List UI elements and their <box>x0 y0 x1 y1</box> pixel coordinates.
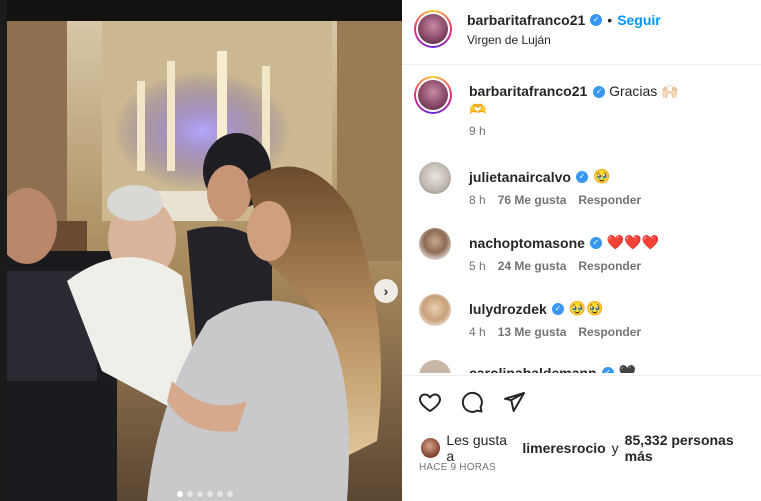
verified-badge-icon: ✓ <box>601 366 614 373</box>
page-edge <box>0 0 7 501</box>
caption-avatar[interactable] <box>414 76 452 114</box>
comment-meta: 8 h 76 Me gusta Responder <box>469 193 641 207</box>
liker-username[interactable]: limeresrocio <box>522 440 605 456</box>
caption-time: 9 h <box>469 124 486 138</box>
caption-username[interactable]: barbaritafranco21 <box>469 83 587 99</box>
post-photo[interactable]: › <box>7 21 402 501</box>
follow-button[interactable]: Seguir <box>617 12 661 28</box>
verified-badge-icon: ✓ <box>575 170 588 183</box>
post-timestamp: HACE 9 HORAS <box>419 462 496 473</box>
comment-avatar[interactable] <box>419 162 451 194</box>
comment-likes[interactable]: 24 Me gusta <box>498 259 567 273</box>
reply-button[interactable]: Responder <box>578 325 641 339</box>
verified-badge-icon: ✓ <box>589 236 602 249</box>
action-icons <box>418 390 526 414</box>
comment-meta: 5 h 24 Me gusta Responder <box>469 259 641 273</box>
comment-item-partial: carolinabaldemann ✓ 🖤 <box>402 355 761 373</box>
comment-line: nachoptomasone ✓ ❤️❤️❤️ <box>469 234 659 251</box>
comment-line: lulydrozdek ✓ 🥹🥹 <box>469 300 604 317</box>
comment-text: ❤️❤️❤️ <box>606 234 660 250</box>
reply-button[interactable]: Responder <box>578 259 641 273</box>
comment-meta: 4 h 13 Me gusta Responder <box>469 325 641 339</box>
carousel-dot <box>176 491 183 497</box>
author-line: barbaritafranco21 ✓ • Seguir <box>467 12 661 28</box>
verified-badge-icon: ✓ <box>593 86 606 99</box>
caption-body-line2: 🫶 <box>469 101 487 117</box>
caption-text: barbaritafranco21 ✓ Gracias 🙌🏻 🫶 <box>469 82 749 118</box>
verified-badge-icon: ✓ <box>590 14 603 26</box>
caption-body: Gracias 🙌🏻 <box>609 83 679 99</box>
chevron-right-icon: › <box>383 283 389 299</box>
carousel-dot <box>186 491 193 497</box>
heart-icon[interactable] <box>418 390 442 414</box>
comment-line: carolinabaldemann ✓ 🖤 <box>469 364 636 373</box>
carousel-next-button[interactable]: › <box>374 279 398 303</box>
post-header: barbaritafranco21 ✓ • Seguir Virgen de L… <box>402 0 761 65</box>
share-icon[interactable] <box>502 390 526 414</box>
comment-item: lulydrozdek ✓ 🥹🥹 4 h 13 Me gusta Respond… <box>402 294 761 354</box>
likes-middle: y <box>611 440 619 456</box>
location-link[interactable]: Virgen de Luján <box>467 33 551 47</box>
carousel-dot <box>206 491 213 497</box>
post-actions: Les gusta a limeresrocio y 85,332 person… <box>402 375 761 501</box>
comment-avatar[interactable] <box>419 294 451 326</box>
comment-time: 8 h <box>469 193 486 207</box>
comment-line: julietanaircalvo ✓ 🥹 <box>469 168 610 185</box>
comment-likes[interactable]: 13 Me gusta <box>498 325 567 339</box>
comment-text: 🖤 <box>618 364 637 373</box>
post-panel: barbaritafranco21 ✓ • Seguir Virgen de L… <box>402 0 761 501</box>
comment-avatar[interactable] <box>419 228 451 260</box>
comment-username[interactable]: julietanaircalvo <box>469 169 571 185</box>
comment-text: 🥹🥹 <box>568 300 604 316</box>
comment-icon[interactable] <box>460 390 484 414</box>
comment-item: nachoptomasone ✓ ❤️❤️❤️ 5 h 24 Me gusta … <box>402 228 761 288</box>
comment-text: 🥹 <box>592 168 611 184</box>
comment-time: 5 h <box>469 259 486 273</box>
carousel-dot <box>196 491 203 497</box>
author-username[interactable]: barbaritafranco21 <box>467 12 585 28</box>
likes-count[interactable]: 85,332 personas más <box>625 432 761 464</box>
top-edge <box>7 0 402 21</box>
carousel-indicator <box>7 491 402 497</box>
comment-time: 4 h <box>469 325 486 339</box>
verified-badge-icon: ✓ <box>551 302 564 315</box>
liker-avatar[interactable] <box>421 438 441 458</box>
carousel-dot <box>216 491 223 497</box>
comment-avatar[interactable] <box>419 360 451 373</box>
likes-prefix: Les gusta a <box>446 432 508 464</box>
comment-username[interactable]: nachoptomasone <box>469 235 585 251</box>
likes-summary: Les gusta a limeresrocio y 85,332 person… <box>421 432 761 464</box>
comment-likes[interactable]: 76 Me gusta <box>498 193 567 207</box>
photo-illustration <box>7 21 402 501</box>
comment-username[interactable]: carolinabaldemann <box>469 365 597 374</box>
carousel-dot <box>226 491 233 497</box>
comment-username[interactable]: lulydrozdek <box>469 301 547 317</box>
reply-button[interactable]: Responder <box>578 193 641 207</box>
comment-item: julietanaircalvo ✓ 🥹 8 h 76 Me gusta Res… <box>402 162 761 222</box>
author-avatar[interactable] <box>414 10 452 48</box>
separator-dot: • <box>607 12 613 28</box>
